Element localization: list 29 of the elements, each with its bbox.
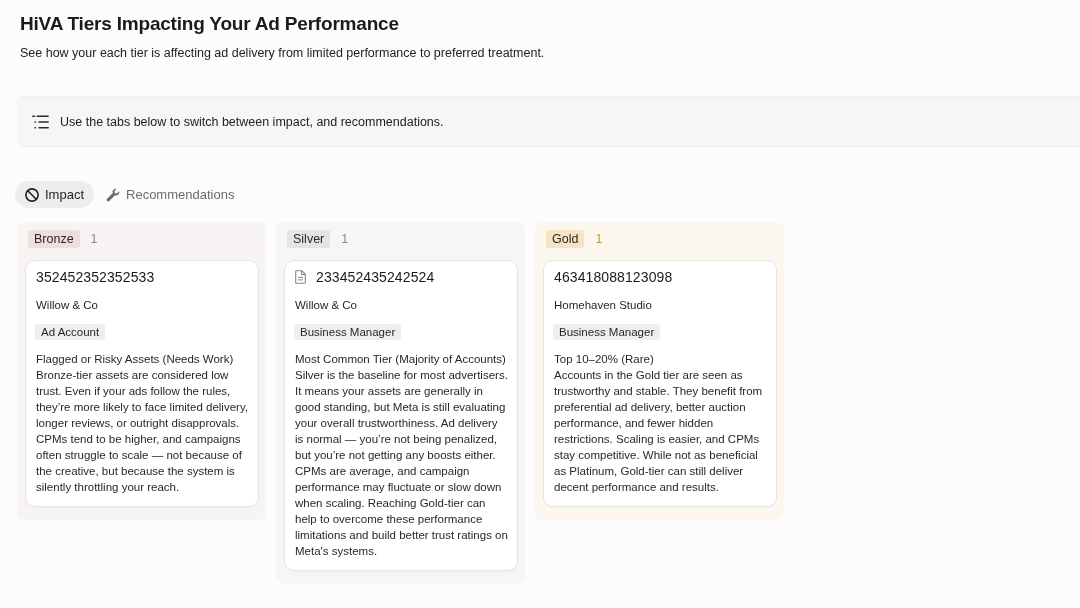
tier-summary: Top 10–20% (Rare) <box>553 352 655 367</box>
tier-label: Gold <box>546 230 585 248</box>
account-name: Willow & Co <box>294 298 358 313</box>
asset-type-label: Business Manager <box>553 324 661 340</box>
account-id: 352452352352533 <box>36 268 155 286</box>
tier-description: Silver is the baseline for most advertisers. It means your assets are generally in good standing, but Meta is still evaluating your overall trustworthiness. Ad delivery is normal — you’re not being penalized, but you’re not getting any boosts either. CPMs are average, and campaign performance may fluctuate or slow down when scaling. Reaching Gold-tier can help to overcome these performance limitations and build better trust ratings on Meta's systems. <box>294 368 509 559</box>
asset-type-label: Ad Account <box>35 324 106 340</box>
list-icon <box>32 114 49 129</box>
account-id: 463418088123098 <box>554 268 673 286</box>
view-tab[interactable]: Recommendations <box>96 181 245 208</box>
wrench-icon <box>106 187 120 202</box>
prohibited-icon <box>25 187 39 202</box>
page-title: HiVA Tiers Impacting Your Ad Performance <box>20 12 399 36</box>
callout-text: Use the tabs below to switch between impact, and recommendations. <box>60 113 444 131</box>
tier-summary: Most Common Tier (Majority of Accounts) <box>294 352 507 367</box>
tier-description: Bronze-tier assets are considered low trust. Even if your ads follow the rules, they’re more likely to face limited delivery, longer reviews, or outright disapprovals. CPMs tend to be higher, and campaigns often struggle to scale — not because of the creative, but because the system is silently throttling your reach. <box>35 368 249 495</box>
tier-summary: Flagged or Risky Assets (Needs Work) <box>35 352 235 367</box>
account-name: Willow & Co <box>35 298 99 313</box>
asset-type-label: Business Manager <box>294 324 402 340</box>
account-id: 233452435242524 <box>316 268 435 286</box>
tier-description: Accounts in the Gold tier are seen as trustworthy and stable. They benefit from preferential ad delivery, better auction performance, and fewer hidden restrictions. Scaling is easier, and CPMs stay competitive. While not as beneficial as Platinum, Gold-tier can still deliver decent performance and results. <box>553 368 764 495</box>
item-count: 1 <box>595 231 603 248</box>
tier-label: Silver <box>287 230 331 248</box>
view-tab[interactable]: Impact <box>15 181 94 208</box>
page-subtitle: See how your each tier is affecting ad delivery from limited performance to preferred treatment. <box>20 45 545 62</box>
item-count: 1 <box>90 231 98 248</box>
tier-label: Bronze <box>28 230 80 248</box>
account-name: Homehaven Studio <box>553 298 653 313</box>
item-count: 1 <box>341 231 349 248</box>
